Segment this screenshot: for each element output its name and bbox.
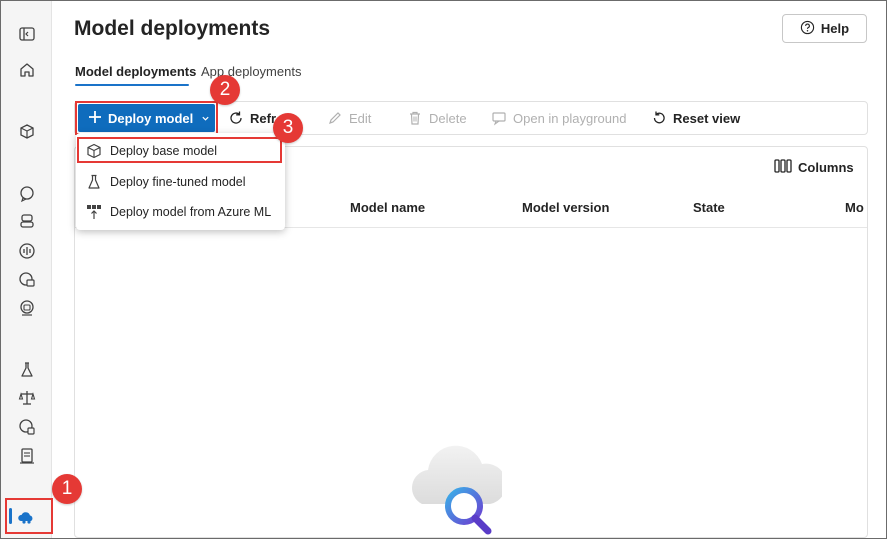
refresh-button[interactable]: Refr [228, 102, 276, 134]
columns-button[interactable]: Columns [774, 158, 854, 177]
empty-state-illustration [412, 434, 507, 539]
deployments-nav-highlight [5, 498, 53, 534]
deploy-fine-tuned-label: Deploy fine-tuned model [110, 175, 246, 189]
fine-tuning-icon[interactable] [17, 360, 37, 380]
active-tab-underline [75, 84, 189, 86]
edit-button[interactable]: Edit [327, 102, 371, 134]
completions-icon[interactable] [17, 298, 37, 318]
chat-playground-icon[interactable] [17, 184, 37, 204]
reset-view-button[interactable]: Reset view [651, 102, 740, 134]
tab-model-deployments[interactable]: Model deployments [75, 64, 196, 79]
base-model-item-highlight [77, 137, 282, 163]
help-icon [800, 20, 815, 38]
collapse-panel-icon[interactable] [17, 24, 37, 44]
playground-label: Open in playground [513, 110, 627, 126]
step-badge-1: 1 [52, 474, 82, 504]
columns-icon [774, 158, 792, 177]
assistants-icon[interactable] [17, 211, 37, 231]
delete-button[interactable]: Delete [407, 102, 467, 134]
column-header-model-version[interactable]: Model version [522, 200, 609, 215]
model-catalog-icon[interactable] [17, 122, 37, 142]
playground-icon [492, 112, 506, 126]
refresh-label: Refr [250, 110, 277, 126]
safety-icon[interactable] [17, 388, 37, 408]
step-badge-2: 2 [210, 75, 240, 105]
columns-label: Columns [798, 160, 854, 175]
open-playground-button[interactable]: Open in playground [491, 102, 626, 134]
column-header-model-name[interactable]: Model name [350, 200, 425, 215]
audio-icon[interactable] [17, 241, 37, 261]
data-files-icon[interactable] [17, 417, 37, 437]
edit-icon [329, 112, 341, 124]
deploy-button-highlight [75, 101, 218, 135]
page-title: Model deployments [74, 17, 271, 40]
column-header-state[interactable]: State [693, 200, 725, 215]
delete-icon [410, 111, 420, 125]
edit-label: Edit [349, 110, 372, 126]
home-icon[interactable] [17, 60, 37, 80]
menu-item-deploy-fine-tuned-model[interactable]: Deploy fine-tuned model [76, 167, 285, 197]
deploy-azure-ml-label: Deploy model from Azure ML [110, 205, 272, 219]
images-icon[interactable] [17, 270, 37, 290]
reset-view-label: Reset view [673, 110, 741, 126]
reset-icon [653, 111, 665, 124]
step-badge-3: 3 [273, 113, 303, 143]
quota-icon[interactable] [17, 446, 37, 466]
help-button[interactable]: Help [782, 14, 867, 43]
column-header-truncated[interactable]: Mo [845, 200, 867, 215]
flask-icon [88, 174, 100, 189]
azure-ml-icon [87, 205, 101, 219]
left-sidebar [1, 1, 52, 538]
help-label: Help [820, 21, 850, 36]
delete-label: Delete [429, 110, 467, 126]
refresh-icon [230, 111, 242, 124]
menu-item-deploy-from-azure-ml[interactable]: Deploy model from Azure ML [76, 197, 285, 227]
